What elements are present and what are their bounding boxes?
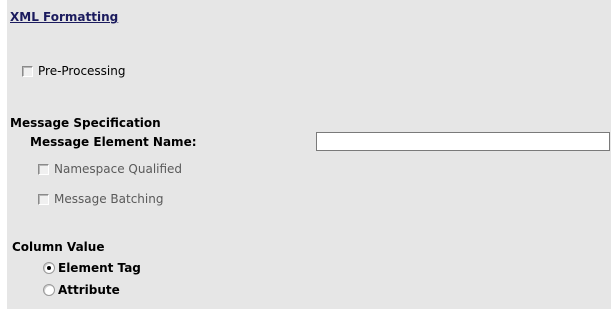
pre-processing-label: Pre-Processing (38, 64, 126, 78)
message-batching-option[interactable]: Message Batching (38, 192, 208, 208)
pre-processing-checkbox[interactable] (22, 66, 33, 77)
attribute-radio[interactable] (43, 284, 55, 296)
namespace-qualified-label: Namespace Qualified (54, 162, 183, 176)
settings-panel: XML Formatting Pre-Processing Message Sp… (7, 0, 611, 309)
pre-processing-option[interactable]: Pre-Processing (22, 64, 172, 80)
attribute-label: Attribute (58, 283, 120, 297)
message-specification-title: Message Specification (10, 116, 161, 130)
element-tag-radio[interactable] (43, 262, 55, 274)
namespace-qualified-checkbox[interactable] (38, 164, 49, 175)
message-element-name-label: Message Element Name: (30, 135, 197, 149)
element-tag-option[interactable]: Element Tag (43, 261, 183, 277)
message-element-name-input[interactable] (316, 132, 610, 151)
message-batching-checkbox[interactable] (38, 194, 49, 205)
attribute-option[interactable]: Attribute (43, 283, 183, 299)
column-value-title: Column Value (12, 240, 105, 254)
radio-selected-dot (47, 266, 51, 270)
xml-formatting-title: XML Formatting (10, 10, 119, 24)
element-tag-label: Element Tag (58, 261, 141, 275)
namespace-qualified-option[interactable]: Namespace Qualified (38, 162, 208, 178)
message-batching-label: Message Batching (54, 192, 164, 206)
